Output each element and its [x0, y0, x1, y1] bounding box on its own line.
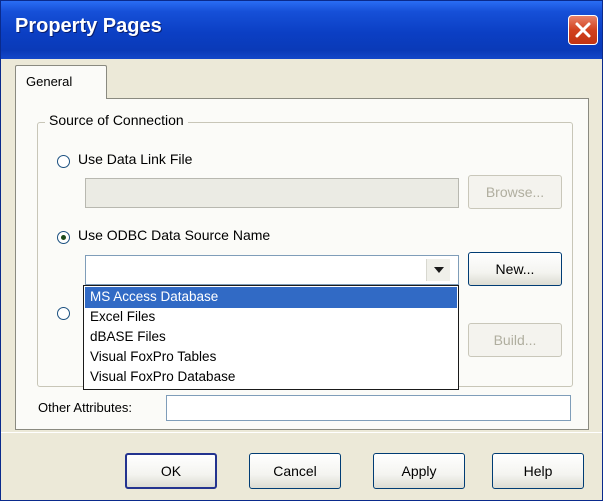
close-button[interactable] — [568, 15, 598, 45]
browse-button[interactable]: Browse... — [468, 175, 562, 209]
dropdown-item-foxpro-tables[interactable]: Visual FoxPro Tables — [85, 347, 457, 368]
dropdown-item-ms-access[interactable]: MS Access Database — [85, 287, 457, 308]
tab-general[interactable]: General — [15, 65, 107, 99]
use-odbc-label: Use ODBC Data Source Name — [78, 227, 271, 243]
combo-dropdown-button[interactable] — [426, 259, 450, 281]
title-bar[interactable]: Property Pages — [1, 1, 602, 59]
use-odbc-radio[interactable] — [57, 231, 70, 244]
odbc-source-combobox[interactable] — [85, 255, 459, 285]
data-link-path-field[interactable] — [85, 178, 459, 208]
new-button[interactable]: New... — [468, 252, 562, 286]
other-attributes-label: Other Attributes: — [38, 400, 132, 415]
ok-button[interactable]: OK — [125, 453, 217, 489]
source-of-connection-label: Source of Connection — [45, 112, 188, 128]
chevron-down-icon — [434, 267, 444, 273]
use-data-link-label: Use Data Link File — [78, 151, 193, 167]
apply-button[interactable]: Apply — [373, 453, 465, 489]
cancel-button[interactable]: Cancel — [249, 453, 341, 489]
odbc-dropdown-list: MS Access Database Excel Files dBASE Fil… — [83, 285, 459, 390]
dropdown-item-excel[interactable]: Excel Files — [85, 307, 457, 328]
property-pages-dialog: Property Pages General Source of Connect… — [0, 0, 603, 501]
tab-general-label: General — [26, 74, 73, 89]
dropdown-item-foxpro-database[interactable]: Visual FoxPro Database — [85, 367, 457, 388]
use-data-link-radio[interactable] — [57, 155, 70, 168]
help-button[interactable]: Help — [492, 453, 584, 489]
footer-separator — [1, 432, 602, 433]
other-attributes-field[interactable] — [166, 395, 571, 421]
dropdown-item-dbase[interactable]: dBASE Files — [85, 327, 457, 348]
third-option-radio[interactable] — [57, 307, 70, 320]
window-title: Property Pages — [15, 15, 162, 37]
close-icon — [575, 22, 591, 38]
build-button[interactable]: Build... — [468, 323, 562, 357]
